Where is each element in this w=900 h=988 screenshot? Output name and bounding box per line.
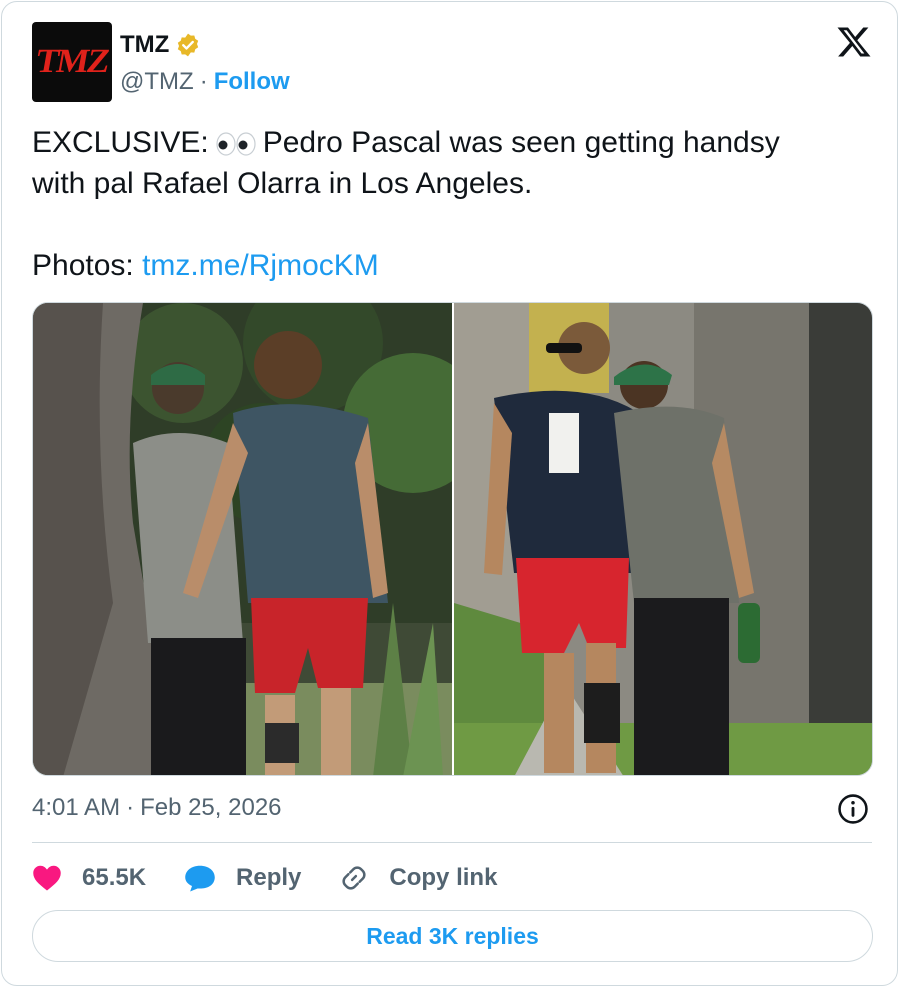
tweet-date: Feb 25, 2026 [140,794,282,821]
photos-link[interactable]: tmz.me/RjmocKM [142,249,379,282]
tweet-line-photos: Photos: tmz.me/RjmocKM [32,245,872,286]
tweet-media[interactable] [32,302,873,776]
tweet-text-spacer [32,204,872,245]
like-button[interactable]: 65.5K [32,864,146,892]
tweet-text: EXCLUSIVE: Pedro Pascal was seen getting… [32,122,872,286]
tweet-time: 4:01 AM [32,794,121,821]
info-icon[interactable] [836,792,870,826]
reply-button[interactable]: Reply [184,864,301,892]
tweet-actions: 65.5K Reply Copy link [32,858,535,898]
photo-left[interactable] [33,303,452,775]
reply-bubble-icon [185,865,215,892]
tweet-timestamp[interactable]: 4:01 AM · Feb 25, 2026 [32,792,282,824]
tweet-line-2: with pal Rafael Olarra in Los Angeles. [32,167,533,200]
photos-label: Photos: [32,249,134,282]
tweet-text-exclusive: EXCLUSIVE: [32,126,209,159]
handle-separator: · [199,68,208,95]
photo-right[interactable] [453,303,872,775]
tweet-line-1: EXCLUSIVE: Pedro Pascal was seen getting… [32,122,872,163]
author-name[interactable]: TMZ [120,30,169,60]
author-name-row: TMZ [120,30,201,60]
footer-divider [32,842,872,843]
eyes-emoji-icon [216,132,256,156]
x-logo-icon[interactable] [836,24,872,60]
copy-link-button[interactable]: Copy link [339,863,497,893]
photo-right-image [453,303,872,775]
follow-button[interactable]: Follow [214,67,290,97]
verified-badge-icon [178,33,199,57]
time-separator: · [126,794,135,821]
tweet-card: TMZ TMZ @TMZ · Follow EXCLUSIVE: Pedro P… [1,1,898,986]
author-handle[interactable]: @TMZ [120,67,194,97]
tmz-logo-icon: TMZ [33,43,112,80]
copy-link-label: Copy link [389,864,498,891]
author-handle-row: @TMZ · Follow [120,67,290,97]
link-icon [342,866,366,890]
read-replies-button[interactable]: Read 3K replies [32,910,873,962]
like-count: 65.5K [82,864,147,891]
author-avatar[interactable]: TMZ [32,22,112,102]
reply-label: Reply [236,864,302,891]
photo-left-image [33,303,452,775]
heart-icon [33,865,61,891]
tweet-text-main: Pedro Pascal was seen getting handsy [262,126,780,159]
